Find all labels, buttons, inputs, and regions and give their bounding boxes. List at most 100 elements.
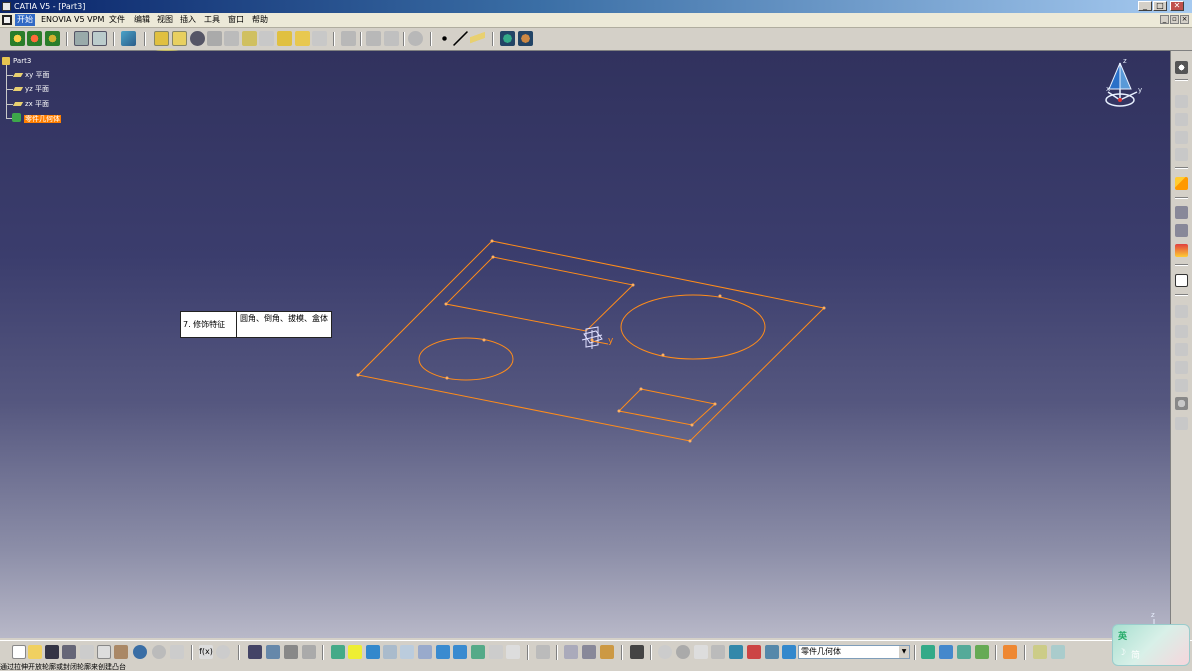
save-icon[interactable] <box>45 645 59 659</box>
menu-insert[interactable]: 插入 <box>178 14 198 26</box>
ime-language[interactable]: 英 <box>1118 629 1127 642</box>
knowledge-icon[interactable] <box>266 645 280 659</box>
open-icon[interactable] <box>28 645 42 659</box>
rotate-icon[interactable] <box>366 645 380 659</box>
analysis-icon[interactable] <box>518 31 533 46</box>
ime-widget[interactable]: 英 ☽ 简 <box>1112 624 1190 666</box>
tools-icon[interactable] <box>1003 645 1017 659</box>
snapshot-icon[interactable] <box>711 645 725 659</box>
undo-icon[interactable] <box>133 645 147 659</box>
body-view-icon[interactable] <box>921 645 935 659</box>
pattern-icon[interactable] <box>366 31 381 46</box>
assembly-icon[interactable] <box>45 31 60 46</box>
zoom-in-icon[interactable] <box>383 645 397 659</box>
catalog-icon[interactable] <box>216 645 230 659</box>
copy-icon[interactable] <box>97 645 111 659</box>
maximize-button[interactable]: □ <box>1153 1 1167 11</box>
close-button[interactable]: ✕ <box>1170 1 1184 11</box>
menu-view[interactable]: 视图 <box>155 14 175 26</box>
chevron-down-icon[interactable]: ▼ <box>899 646 909 658</box>
whats-this-icon[interactable] <box>170 645 184 659</box>
sketcher-icon[interactable] <box>10 31 25 46</box>
fly-mode-icon[interactable] <box>302 645 316 659</box>
cut-icon[interactable] <box>80 645 94 659</box>
display-mode-icon[interactable] <box>694 645 708 659</box>
axis-icon[interactable] <box>1175 417 1188 430</box>
fillet-icon[interactable] <box>154 31 169 46</box>
texture-icon[interactable] <box>957 645 971 659</box>
options-icon[interactable] <box>1033 645 1047 659</box>
replace-face-icon[interactable] <box>277 31 292 46</box>
plane-icon[interactable] <box>470 31 485 46</box>
sketch-analysis-icon[interactable] <box>1175 95 1188 108</box>
menu-help[interactable]: 帮助 <box>250 14 270 26</box>
apply-material-icon[interactable] <box>1175 274 1188 287</box>
3d-viewport[interactable]: Part3 xy 平面 yz 平面 zx 平面 零件几何体 z x y y z … <box>0 51 1170 638</box>
menu-start[interactable]: 开始 <box>15 14 35 26</box>
select-icon[interactable] <box>1175 177 1188 190</box>
constraint-icon[interactable] <box>1175 244 1188 257</box>
light-sources-icon[interactable] <box>747 645 761 659</box>
fit-all-icon[interactable] <box>331 645 345 659</box>
line-icon[interactable] <box>453 31 468 46</box>
sew-surface-icon[interactable] <box>1175 361 1188 374</box>
apply-material-icon[interactable] <box>729 645 743 659</box>
sphere-icon[interactable] <box>1175 397 1188 410</box>
edge-icon[interactable] <box>1175 131 1188 144</box>
geometrical-set-icon[interactable] <box>92 31 107 46</box>
layer-icon[interactable] <box>630 645 644 659</box>
chamfer-icon[interactable] <box>172 31 187 46</box>
isometric-view-icon[interactable] <box>436 645 450 659</box>
doc-close-button[interactable]: × <box>1180 15 1189 24</box>
environment-icon[interactable] <box>975 645 989 659</box>
render-style-icon[interactable] <box>536 645 550 659</box>
print-icon[interactable] <box>62 645 76 659</box>
swap-visible-icon[interactable] <box>506 645 520 659</box>
thread-icon[interactable] <box>242 31 257 46</box>
close-surface-icon[interactable] <box>1175 343 1188 356</box>
translation-icon[interactable] <box>295 31 310 46</box>
measure-icon[interactable] <box>500 31 515 46</box>
measure-between-icon[interactable] <box>765 645 779 659</box>
current-body-select[interactable]: 零件几何体 ▼ <box>798 645 910 659</box>
redo-icon[interactable] <box>152 645 166 659</box>
new-icon[interactable] <box>12 645 26 659</box>
pan-icon[interactable] <box>348 645 362 659</box>
graphic-properties-icon[interactable] <box>564 645 578 659</box>
update-icon[interactable] <box>1175 206 1188 219</box>
pad-icon[interactable] <box>121 31 136 46</box>
menu-edit[interactable]: 编辑 <box>132 14 152 26</box>
thickness-icon[interactable] <box>224 31 239 46</box>
hide-show-icon[interactable] <box>489 645 503 659</box>
axis-system-icon[interactable] <box>582 645 596 659</box>
menu-tools[interactable]: 工具 <box>202 14 222 26</box>
rotation-icon[interactable] <box>312 31 327 46</box>
light-icon[interactable] <box>600 645 614 659</box>
remove-face-icon[interactable] <box>259 31 274 46</box>
draft-icon[interactable] <box>190 31 205 46</box>
scaling-icon[interactable] <box>384 31 399 46</box>
normal-view-icon[interactable] <box>418 645 432 659</box>
ime-mode[interactable]: 简 <box>1131 648 1140 661</box>
table-icon[interactable] <box>248 645 262 659</box>
insert-body-icon[interactable] <box>74 31 89 46</box>
shape-view-icon[interactable] <box>939 645 953 659</box>
shell-icon[interactable] <box>207 31 222 46</box>
minimize-button[interactable]: _ <box>1138 1 1152 11</box>
ime-moon-icon[interactable]: ☽ <box>1118 648 1126 658</box>
menu-window[interactable]: 窗口 <box>226 14 246 26</box>
thick-surface-icon[interactable] <box>1175 325 1188 338</box>
customize-icon[interactable] <box>1051 645 1065 659</box>
part-design-icon[interactable] <box>27 31 42 46</box>
annotation-icon[interactable] <box>1175 224 1188 237</box>
formula-icon[interactable]: f(x) <box>199 645 213 659</box>
point-icon[interactable] <box>437 31 452 46</box>
vertex-icon[interactable] <box>1175 148 1188 161</box>
compass-icon[interactable] <box>1105 62 1138 107</box>
doc-minimize-button[interactable]: _ <box>1160 15 1169 24</box>
mirror-icon[interactable] <box>341 31 356 46</box>
catia-logo-icon[interactable] <box>2 15 12 25</box>
body-selector-icon[interactable] <box>676 645 690 659</box>
boolean-icon[interactable] <box>408 31 423 46</box>
zoom-out-icon[interactable] <box>400 645 414 659</box>
